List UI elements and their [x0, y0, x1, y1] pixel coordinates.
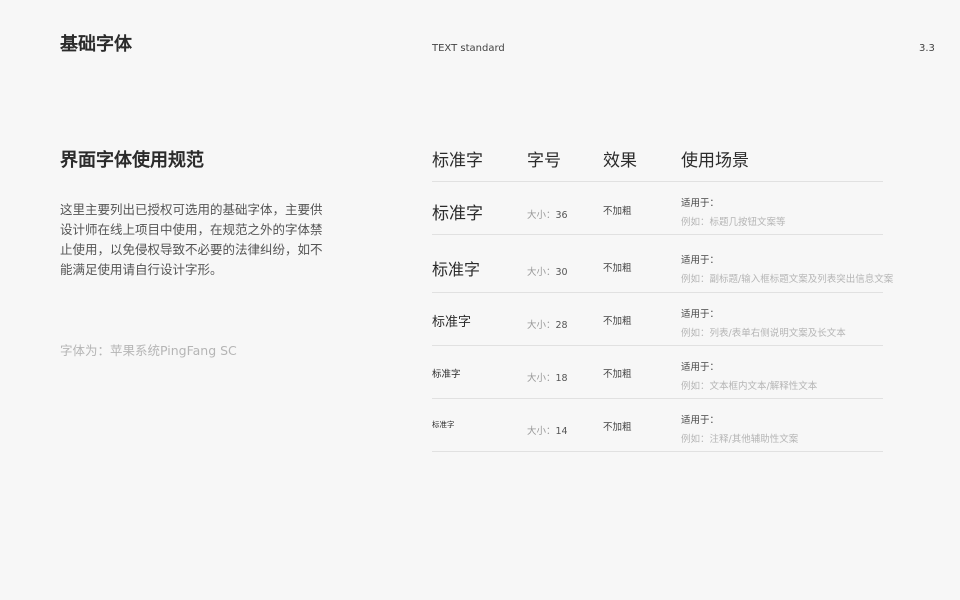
font-sample: 标准字: [432, 369, 461, 380]
usage-heading: 适用于：: [681, 198, 720, 209]
size-label: 大小：: [527, 426, 556, 437]
table-row: 标准字 大小：14 不加粗 适用于： 例如：注释/其他辅助性文案: [432, 399, 883, 452]
section-title: 界面字体使用规范: [60, 150, 204, 171]
column-header-effect: 效果: [603, 151, 637, 171]
table-row: 标准字 大小：36 不加粗 适用于： 例如：标题几按钮文案等: [432, 182, 883, 235]
table-row: 标准字 大小：30 不加粗 适用于： 例如：副标题/输入框标题文案及列表突出信息…: [432, 235, 893, 293]
section-description: 这里主要列出已授权可选用的基础字体，主要供设计师在线上项目中使用，在规范之外的字…: [60, 202, 323, 277]
effect-cell: 不加粗: [603, 369, 632, 380]
effect-cell: 不加粗: [603, 316, 632, 327]
size-label: 大小：: [527, 373, 556, 384]
size-label: 大小：: [527, 210, 556, 221]
size-value: 36: [555, 210, 568, 221]
usage-cell: 适用于： 例如：列表/表单右侧说明文案及长文本: [681, 306, 846, 339]
usage-cell: 适用于： 例如：副标题/输入框标题文案及列表突出信息文案: [681, 252, 893, 285]
size-value: 14: [555, 426, 568, 437]
size-cell: 大小：30: [527, 260, 568, 279]
usage-example: 例如：标题几按钮文案等: [681, 217, 786, 228]
column-header-sample: 标准字: [432, 151, 483, 171]
page-number: 3.3: [919, 43, 935, 54]
usage-cell: 适用于： 例如：标题几按钮文案等: [681, 195, 786, 228]
font-sample: 标准字: [432, 204, 483, 224]
font-spec-table: 标准字 字号 效果 使用场景 标准字 大小：36 不加粗 适用于： 例如：标题几…: [432, 146, 893, 452]
usage-heading: 适用于：: [681, 255, 720, 266]
size-cell: 大小：36: [527, 203, 568, 222]
table-row: 标准字 大小：18 不加粗 适用于： 例如：文本框内文本/解释性文本: [432, 346, 883, 399]
size-cell: 大小：18: [527, 366, 568, 385]
usage-example: 例如：注释/其他辅助性文案: [681, 434, 799, 445]
font-sample: 标准字: [432, 420, 455, 429]
font-note: 字体为：苹果系统PingFang SC: [60, 343, 237, 358]
effect-cell: 不加粗: [603, 206, 632, 217]
usage-heading: 适用于：: [681, 362, 720, 373]
size-value: 18: [555, 373, 568, 384]
usage-example: 例如：列表/表单右侧说明文案及长文本: [681, 328, 846, 339]
size-value: 30: [555, 267, 568, 278]
size-value: 28: [555, 320, 568, 331]
size-cell: 大小：28: [527, 313, 568, 332]
usage-heading: 适用于：: [681, 309, 720, 320]
column-header-usage: 使用场景: [681, 151, 749, 171]
effect-cell: 不加粗: [603, 263, 632, 274]
page-subtitle: TEXT standard: [432, 43, 505, 54]
font-sample: 标准字: [432, 260, 481, 279]
effect-cell: 不加粗: [603, 422, 632, 433]
font-sample: 标准字: [432, 315, 472, 330]
table-row: 标准字 大小：28 不加粗 适用于： 例如：列表/表单右侧说明文案及长文本: [432, 293, 883, 346]
usage-example: 例如：副标题/输入框标题文案及列表突出信息文案: [681, 274, 894, 285]
usage-heading: 适用于：: [681, 415, 720, 426]
usage-cell: 适用于： 例如：注释/其他辅助性文案: [681, 412, 798, 445]
size-cell: 大小：14: [527, 419, 568, 438]
size-label: 大小：: [527, 320, 556, 331]
size-label: 大小：: [527, 267, 556, 278]
usage-cell: 适用于： 例如：文本框内文本/解释性文本: [681, 359, 817, 392]
usage-example: 例如：文本框内文本/解释性文本: [681, 381, 818, 392]
column-header-size: 字号: [527, 151, 561, 171]
table-header: 标准字 字号 效果 使用场景: [432, 146, 883, 182]
page-title: 基础字体: [60, 34, 132, 55]
